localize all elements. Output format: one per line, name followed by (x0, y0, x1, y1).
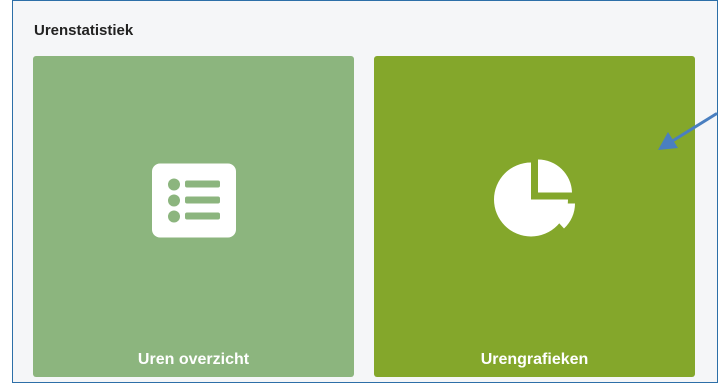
panel-title: Urenstatistiek (34, 22, 134, 39)
uren-overzicht-label: Uren overzicht (137, 351, 250, 368)
urengrafieken-tile[interactable]: Urengrafieken (374, 56, 695, 377)
list-icon (151, 163, 236, 243)
uren-overzicht-tile[interactable]: Uren overzicht (33, 56, 354, 377)
urengrafieken-label: Urengrafieken (480, 351, 589, 368)
pie-chart-icon (487, 153, 583, 254)
